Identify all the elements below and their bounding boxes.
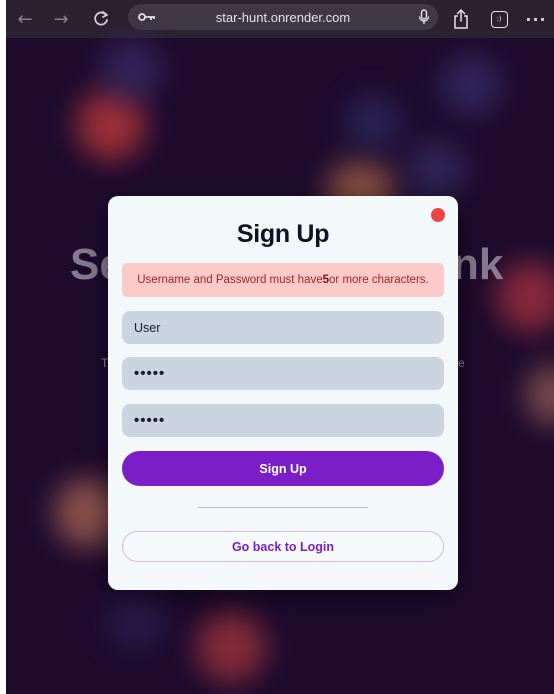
divider bbox=[198, 507, 368, 508]
bokeh-light bbox=[196, 612, 266, 682]
microphone-icon[interactable] bbox=[418, 9, 430, 25]
error-alert-text-end: or more characters. bbox=[329, 274, 429, 286]
tabs-icon[interactable]: :) bbox=[485, 0, 513, 38]
signup-button-label: Sign Up bbox=[259, 461, 307, 476]
bokeh-light bbox=[106, 590, 166, 650]
back-to-login-button[interactable]: Go back to Login bbox=[122, 531, 444, 562]
bokeh-light bbox=[406, 140, 466, 200]
browser-viewport: ← → star-hunt.onrender.com:) ··· Se nk … bbox=[6, 0, 554, 694]
arrow-right-icon[interactable]: → bbox=[46, 0, 76, 38]
arrow-left-icon[interactable]: ← bbox=[10, 0, 40, 38]
confirm-password-value: ••••• bbox=[134, 412, 166, 429]
more-icon[interactable]: ··· bbox=[521, 0, 551, 38]
username-value: User bbox=[134, 320, 161, 335]
error-alert: Username and Password must have 5 or mor… bbox=[122, 263, 444, 297]
bokeh-light bbox=[526, 365, 554, 425]
error-alert-text: Username and Password must have bbox=[137, 274, 323, 286]
reload-icon[interactable] bbox=[86, 0, 116, 38]
bokeh-light bbox=[496, 262, 554, 332]
back-to-login-label: Go back to Login bbox=[231, 539, 335, 554]
bokeh-light bbox=[76, 90, 146, 160]
browser-toolbar: ← → star-hunt.onrender.com:) ··· bbox=[6, 0, 554, 38]
background-text-right: e bbox=[458, 356, 465, 370]
confirm-password-input[interactable]: ••••• bbox=[122, 404, 444, 437]
address-bar[interactable]: star-hunt.onrender.com bbox=[128, 4, 438, 30]
url-text: star-hunt.onrender.com bbox=[215, 9, 351, 25]
password-input[interactable]: ••••• bbox=[122, 357, 444, 390]
username-input[interactable]: User bbox=[122, 311, 444, 344]
signup-modal: Sign Up Username and Password must have … bbox=[108, 196, 458, 590]
background-headline-right: nk bbox=[452, 240, 504, 289]
modal-title: Sign Up bbox=[236, 220, 330, 248]
bokeh-light bbox=[101, 40, 161, 100]
signup-button[interactable]: Sign Up bbox=[122, 451, 444, 486]
bokeh-light bbox=[346, 95, 401, 150]
bokeh-light bbox=[441, 55, 501, 115]
password-value: ••••• bbox=[134, 365, 166, 382]
tab-badge: :) bbox=[490, 10, 508, 28]
share-icon[interactable] bbox=[446, 0, 476, 38]
